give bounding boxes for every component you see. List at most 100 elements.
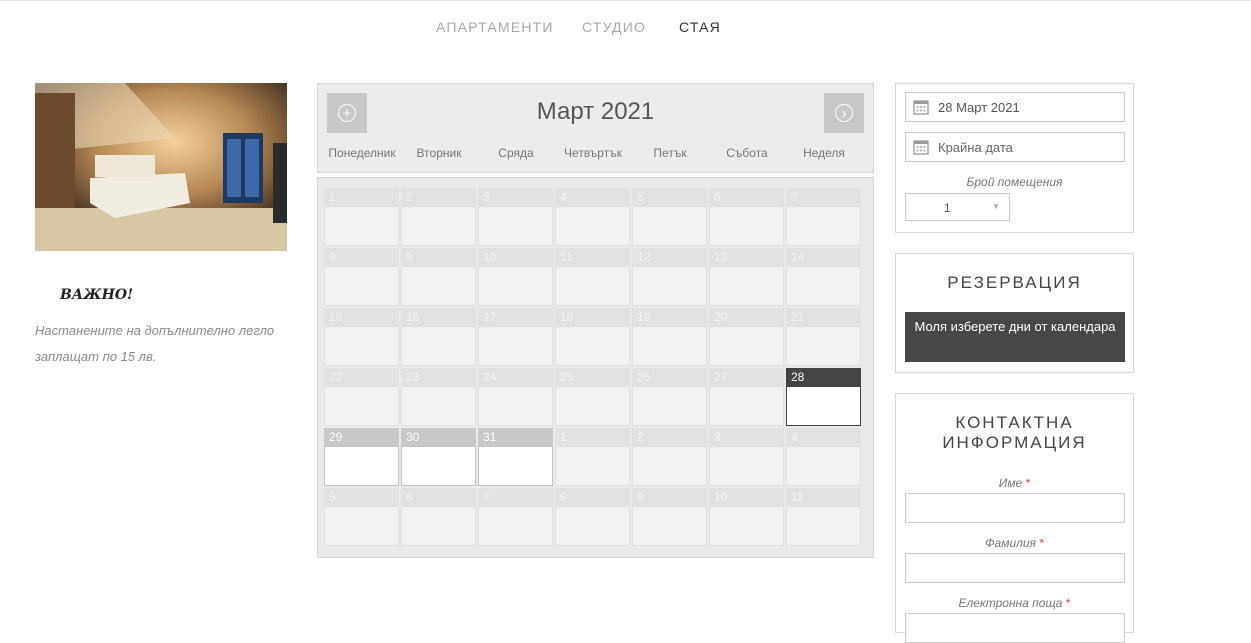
calendar-day-number: 22 <box>324 368 399 386</box>
calendar-icon <box>913 100 929 115</box>
weekday-header: Вторник <box>416 146 462 160</box>
calendar-day: 5 <box>632 188 707 246</box>
first-name-input[interactable] <box>905 493 1125 523</box>
calendar-day-number: 3 <box>478 188 553 206</box>
calendar-day-body <box>401 386 476 426</box>
calendar-day-body <box>709 326 784 366</box>
calendar-day-body <box>632 266 707 306</box>
start-date-field[interactable]: 28 Март 2021 <box>905 92 1125 122</box>
calendar-day-body <box>632 206 707 246</box>
calendar-day: 8 <box>555 488 630 546</box>
room-photo <box>35 83 287 251</box>
calendar-day-number: 9 <box>401 248 476 266</box>
nav-room[interactable]: СТАЯ <box>679 19 721 35</box>
rooms-select[interactable]: 1 ▼ <box>905 193 1010 221</box>
calendar-day-body <box>324 266 399 306</box>
calendar-day-number: 19 <box>632 308 707 326</box>
calendar-day-number: 14 <box>786 248 861 266</box>
calendar-day-number: 6 <box>709 188 784 206</box>
calendar-day-body <box>478 506 553 546</box>
calendar-day[interactable]: 28 <box>786 368 861 426</box>
calendar-day-number: 31 <box>478 428 553 446</box>
calendar-day-number: 9 <box>632 488 707 506</box>
calendar-day: 19 <box>632 308 707 366</box>
end-date-field[interactable]: Крайна дата <box>905 132 1125 162</box>
calendar-day-number: 18 <box>555 308 630 326</box>
calendar-day-body <box>478 266 553 306</box>
calendar-day-number: 17 <box>478 308 553 326</box>
calendar-day: 22 <box>324 368 399 426</box>
calendar-day-body <box>324 446 399 486</box>
rooms-value: 1 <box>944 201 951 215</box>
calendar-day: 17 <box>478 308 553 366</box>
calendar-day: 7 <box>786 188 861 246</box>
calendar-day-number: 8 <box>324 248 399 266</box>
chevron-down-icon: ▼ <box>992 202 1000 211</box>
nav-studio[interactable]: СТУДИО <box>582 19 646 35</box>
weekday-header: Сряда <box>498 146 534 160</box>
calendar-day-body <box>786 386 861 426</box>
calendar-day-number: 6 <box>401 488 476 506</box>
last-name-input[interactable] <box>905 553 1125 583</box>
calendar-day-body <box>709 386 784 426</box>
calendar-day: 21 <box>786 308 861 366</box>
calendar-day: 14 <box>786 248 861 306</box>
calendar-day[interactable]: 29 <box>324 428 399 486</box>
calendar-day-body <box>324 386 399 426</box>
calendar-day: 6 <box>709 188 784 246</box>
calendar-day: 20 <box>709 308 784 366</box>
calendar-day-body <box>632 446 707 486</box>
calendar-day-body <box>555 326 630 366</box>
calendar-day-body <box>786 266 861 306</box>
calendar-day-body <box>401 206 476 246</box>
calendar-header: + Март 2021 › Понеделник Вторник Сряда Четв… <box>317 83 874 173</box>
calendar-day: 24 <box>478 368 553 426</box>
calendar-day-number: 15 <box>324 308 399 326</box>
weekday-header: Неделя <box>803 146 845 160</box>
calendar-day-body <box>786 206 861 246</box>
reservation-title: РЕЗЕРВАЦИЯ <box>947 273 1082 292</box>
calendar-next-button[interactable]: › <box>824 93 864 133</box>
email-label-text: Електронна поща <box>958 596 1063 610</box>
top-divider <box>0 0 1251 1</box>
calendar-day: 1 <box>555 428 630 486</box>
calendar-day-body <box>478 206 553 246</box>
calendar-day: 26 <box>632 368 707 426</box>
required-mark: * <box>1025 476 1031 490</box>
calendar-day: 9 <box>401 248 476 306</box>
nav-apartments[interactable]: АПАРТАМЕНТИ <box>436 19 554 35</box>
calendar-day-number: 2 <box>401 188 476 206</box>
calendar-day-body <box>786 506 861 546</box>
reservation-box: РЕЗЕРВАЦИЯ Моля изберете дни от календар… <box>895 253 1134 373</box>
calendar-day: 1 <box>324 188 399 246</box>
calendar-day[interactable]: 30 <box>401 428 476 486</box>
calendar-day-number: 7 <box>478 488 553 506</box>
calendar-day-number: 4 <box>786 428 861 446</box>
calendar-day-body <box>632 386 707 426</box>
weekday-header: Понеделник <box>328 146 396 160</box>
calendar-day-number: 4 <box>555 188 630 206</box>
reserve-button[interactable]: Моля изберете дни от календара <box>905 312 1125 362</box>
important-heading: ВАЖНО! <box>60 287 134 303</box>
calendar-day-number: 5 <box>632 188 707 206</box>
email-input[interactable] <box>905 613 1125 643</box>
calendar-day-number: 12 <box>632 248 707 266</box>
email-label: Електронна поща * <box>896 596 1133 610</box>
calendar-day-number: 7 <box>786 188 861 206</box>
calendar-day-body <box>401 326 476 366</box>
calendar-day: 8 <box>324 248 399 306</box>
calendar-day: 4 <box>555 188 630 246</box>
calendar-day-body <box>709 506 784 546</box>
calendar-day-body <box>555 206 630 246</box>
calendar-day: 4 <box>786 428 861 486</box>
calendar-day: 7 <box>478 488 553 546</box>
calendar-day[interactable]: 31 <box>478 428 553 486</box>
calendar-day-number: 28 <box>786 368 861 386</box>
calendar-day-number: 10 <box>709 488 784 506</box>
calendar-day-body <box>786 326 861 366</box>
calendar-day-number: 13 <box>709 248 784 266</box>
calendar-day: 18 <box>555 308 630 366</box>
calendar-day-number: 30 <box>401 428 476 446</box>
weekday-header: Събота <box>726 146 768 160</box>
calendar-day: 2 <box>401 188 476 246</box>
